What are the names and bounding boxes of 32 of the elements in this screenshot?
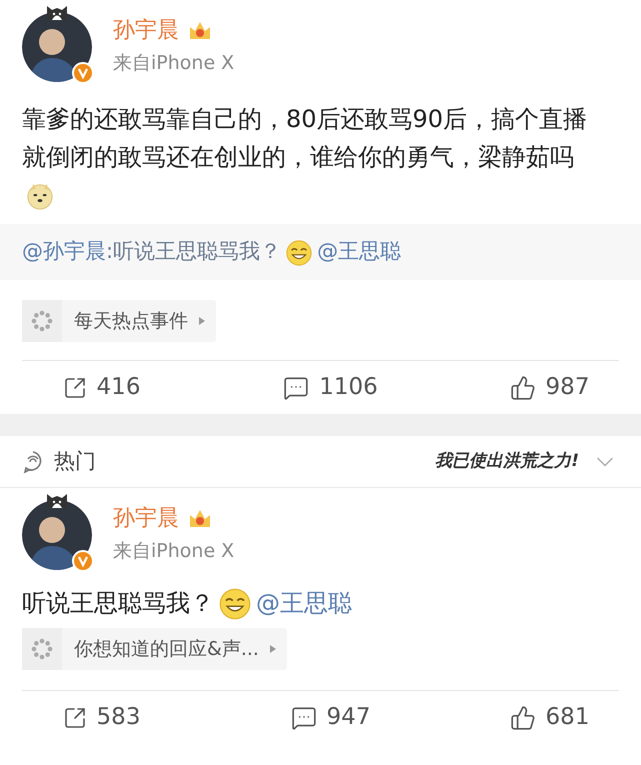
repost-icon <box>62 376 87 400</box>
post-text: 听说王思聪骂我？ @王思聪 <box>22 584 619 622</box>
post-source: 来自iPhone X <box>113 539 234 564</box>
repost-button[interactable]: 583 <box>62 700 140 735</box>
hot-icon <box>22 450 44 474</box>
topic-chip[interactable]: 你想知道的回应&声... <box>22 628 287 670</box>
like-button[interactable]: 681 <box>510 700 590 735</box>
caret-icon <box>198 316 206 326</box>
comment-icon <box>283 374 310 400</box>
repost-icon <box>62 706 87 730</box>
quote-text: @孙宇晨:听说王思聪骂我？ @王思聪 <box>22 236 402 268</box>
post-text: 靠爹的还敢骂靠自己的，80后还敢骂90后，搞个直播就倒闭的敢骂还在创业的，谁给你的勇气，梁静茹吗 <box>22 100 619 214</box>
sticker-text: 我已使出洪荒之力! <box>435 450 579 473</box>
doge-emoji-icon <box>26 182 54 210</box>
repost-button[interactable]: 416 <box>62 370 140 405</box>
mention-link[interactable]: @王思聪 <box>317 239 402 264</box>
topic-chip[interactable]: 每天热点事件 <box>22 300 216 342</box>
section-title: 热门 <box>54 448 96 475</box>
comment-button[interactable]: 1106 <box>283 370 378 405</box>
like-button[interactable]: 987 <box>510 370 590 405</box>
like-icon <box>510 704 536 730</box>
dots-icon <box>31 310 53 332</box>
smiley-emoji-icon <box>285 238 314 266</box>
post-source: 来自iPhone X <box>113 51 234 76</box>
comment-button[interactable]: 947 <box>290 700 370 735</box>
mention-link[interactable]: @王思聪 <box>256 589 352 617</box>
mention-link[interactable]: @孙宇晨 <box>22 239 106 264</box>
comment-icon <box>290 704 317 730</box>
like-icon <box>510 374 536 400</box>
smiley-emoji-icon <box>218 587 252 622</box>
caret-icon <box>268 644 277 654</box>
dots-icon <box>31 638 53 660</box>
